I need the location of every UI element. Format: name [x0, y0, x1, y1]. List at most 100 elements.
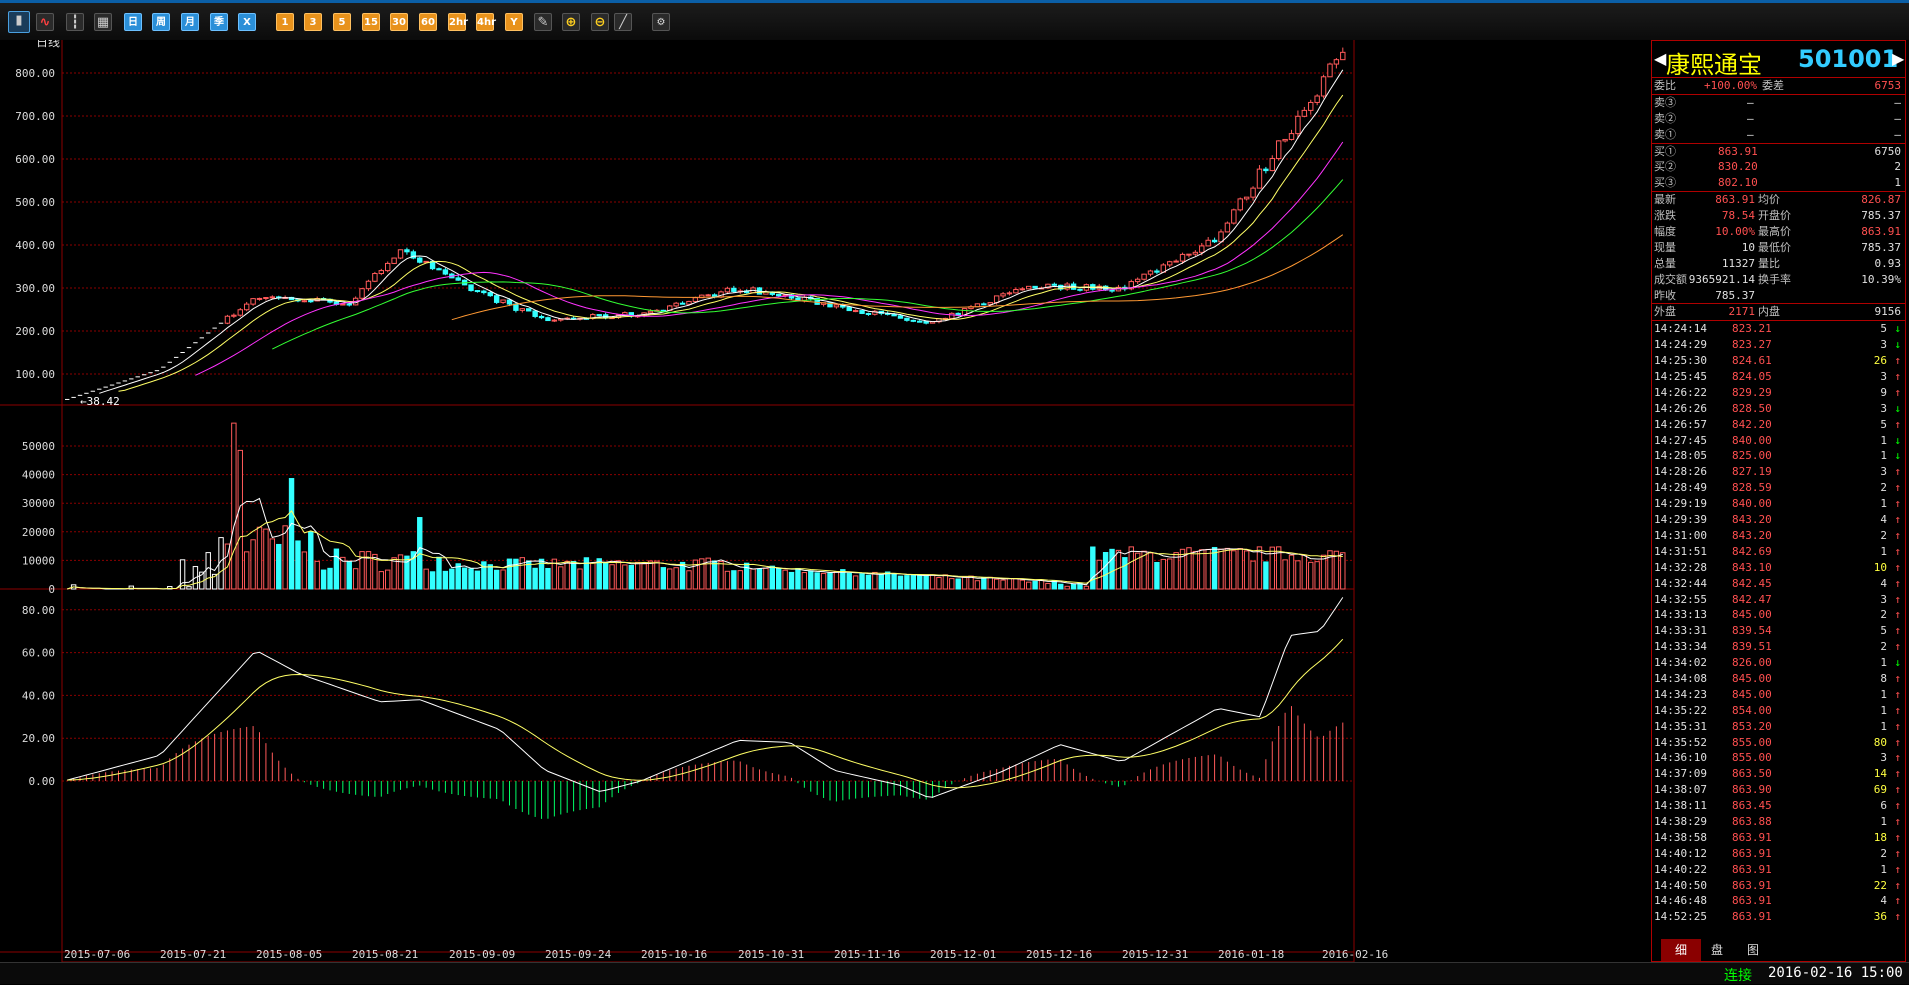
- zoom-out-icon[interactable]: ⊖: [591, 13, 609, 31]
- candle: [385, 262, 391, 272]
- volume-bar: [558, 566, 564, 590]
- hour4-icon[interactable]: 4hr: [476, 13, 496, 31]
- min1-icon[interactable]: 1: [276, 13, 294, 31]
- price-tick: 400.00: [15, 239, 55, 252]
- candle: [263, 297, 269, 300]
- candle: [436, 268, 442, 271]
- notes-icon[interactable]: ✎: [534, 13, 552, 31]
- min30-icon[interactable]: 30: [390, 13, 408, 31]
- kline-chart[interactable]: 日线 800.00 700.00 600.00 500.00 400.00 300.00 20…: [0, 40, 1651, 962]
- volume-bar: [461, 567, 468, 590]
- arrow-up-icon: ↑: [1894, 544, 1901, 558]
- volume-bar: [1218, 548, 1224, 590]
- candlestick-icon[interactable]: ▮: [8, 11, 30, 33]
- tab-board[interactable]: 盘: [1697, 939, 1737, 961]
- zoom-in-icon[interactable]: ⊕: [562, 13, 580, 31]
- line-chart-icon[interactable]: ∿: [36, 13, 54, 31]
- tab-chart[interactable]: 图: [1733, 939, 1773, 961]
- volume-bar: [1013, 578, 1019, 590]
- quote-cell: 内盘: [1758, 305, 1780, 319]
- quote-cell: 830.20: [1718, 160, 1758, 174]
- week-icon[interactable]: 周: [152, 13, 170, 31]
- multi-candle-icon[interactable]: ┇: [66, 13, 84, 31]
- tick-time: 14:25:30: [1654, 354, 1707, 368]
- tick-row: 14:34:23 845.00 1 ↑: [1652, 687, 1905, 703]
- bid-row: 买① 863.91 6750: [1652, 142, 1905, 160]
- tick-row: 14:26:22 829.29 9 ↑: [1652, 385, 1905, 401]
- price-tick: 800.00: [15, 67, 55, 80]
- candle: [455, 277, 461, 281]
- gear-icon[interactable]: ⚙: [652, 13, 670, 31]
- tick-row: 14:38:07 863.90 69 ↑: [1652, 782, 1905, 798]
- candle: [1288, 133, 1295, 140]
- volume-bar: [737, 570, 743, 590]
- volume-tick: 30000: [22, 497, 55, 510]
- volume-bar: [808, 570, 814, 590]
- volume-bar: [1199, 549, 1205, 590]
- tick-price: 855.00: [1732, 751, 1772, 765]
- tick-time: 14:33:34: [1654, 640, 1707, 654]
- volume-bar: [1211, 546, 1218, 590]
- volume-bar: [577, 568, 583, 590]
- tick-time: 14:28:49: [1654, 481, 1707, 495]
- volume-bar: [1000, 579, 1006, 590]
- volume-bar: [1102, 552, 1109, 590]
- min15-icon[interactable]: 15: [362, 13, 380, 31]
- weibi-row: 委比 +100.00% 委差 6753: [1652, 78, 1905, 94]
- tick-time: 14:38:11: [1654, 799, 1707, 813]
- month-icon[interactable]: 月: [181, 13, 199, 31]
- year-icon[interactable]: Y: [505, 13, 523, 31]
- season-icon[interactable]: 季: [210, 13, 228, 31]
- quote-cell: 826.87: [1861, 193, 1901, 207]
- draw-icon[interactable]: ╱: [614, 13, 632, 31]
- volume-bar: [1019, 579, 1026, 590]
- next-stock-icon[interactable]: ▶: [1892, 49, 1904, 69]
- tick-row: 14:34:08 845.00 8 ↑: [1652, 671, 1905, 687]
- volume-bar: [673, 567, 679, 590]
- tick-row: 14:26:26 828.50 3 ↓: [1652, 401, 1905, 417]
- x-icon[interactable]: X: [238, 13, 256, 31]
- tick-volume: 3: [1880, 465, 1887, 479]
- prev-stock-icon[interactable]: ◀: [1654, 49, 1666, 69]
- min3-icon[interactable]: 3: [304, 13, 322, 31]
- tick-time: 14:52:25: [1654, 910, 1707, 924]
- tick-price: 843.20: [1732, 528, 1772, 542]
- volume-bar: [590, 562, 596, 590]
- tab-detail[interactable]: 细: [1661, 939, 1701, 961]
- candle: [1224, 222, 1231, 233]
- status-bar: 连接 2016-02-16 15:00: [0, 962, 1909, 984]
- candle: [917, 320, 923, 323]
- tick-price: 853.20: [1732, 719, 1772, 733]
- min60-icon[interactable]: 60: [419, 13, 437, 31]
- tick-row: 14:40:50 863.91 22 ↑: [1652, 878, 1905, 894]
- arrow-up-icon: ↑: [1894, 481, 1901, 495]
- min5-icon[interactable]: 5: [333, 13, 351, 31]
- tick-price: 843.10: [1732, 560, 1772, 574]
- calendar-icon[interactable]: ▦: [94, 13, 112, 31]
- tick-time: 14:25:45: [1654, 370, 1707, 384]
- volume-bar: [276, 543, 282, 590]
- candle: [1320, 76, 1327, 97]
- tick-volume: 3: [1880, 401, 1887, 415]
- candle: [346, 303, 352, 306]
- tick-time: 14:34:23: [1654, 687, 1707, 701]
- volume-bar: [634, 561, 641, 590]
- volume-bar: [782, 569, 788, 590]
- tick-volume: 80: [1873, 735, 1887, 749]
- volume-bar: [532, 567, 538, 590]
- candle: [237, 309, 243, 316]
- price-tick: 600.00: [15, 153, 55, 166]
- tick-volume: 10: [1873, 560, 1887, 574]
- volume-bar: [820, 572, 827, 590]
- quote-cell: 6750: [1874, 144, 1902, 158]
- candle: [378, 270, 384, 275]
- weibi-label: 委比: [1654, 79, 1676, 92]
- hour2-icon[interactable]: 2hr: [448, 13, 468, 31]
- volume-bar: [1160, 558, 1167, 590]
- volume-bar: [231, 422, 237, 590]
- tick-price: 828.59: [1732, 481, 1772, 495]
- volume-bar: [955, 578, 961, 590]
- volume-bar: [628, 564, 634, 590]
- day-icon[interactable]: 日: [124, 13, 142, 31]
- volume-bar: [1301, 554, 1308, 590]
